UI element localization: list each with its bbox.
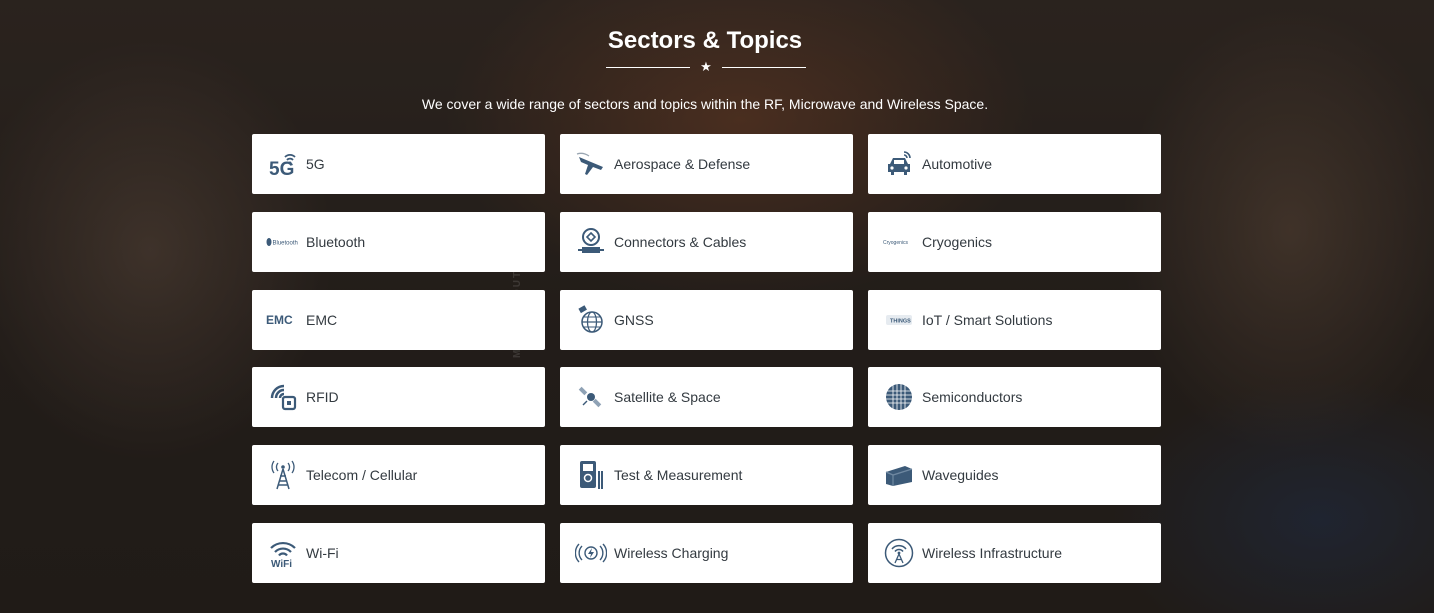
- sector-label: Connectors & Cables: [614, 233, 747, 250]
- sector-label: GNSS: [614, 311, 654, 328]
- sector-card-satellite-space[interactable]: Satellite & Space: [560, 367, 853, 428]
- sector-label: RFID: [306, 389, 339, 406]
- connector-icon: [574, 225, 608, 259]
- svg-text:THINGS: THINGS: [890, 318, 911, 324]
- satellite-icon: [574, 380, 608, 414]
- sector-card-5g[interactable]: 5G 5G: [252, 134, 545, 194]
- sector-label: Cryogenics: [922, 233, 993, 250]
- sector-card-iot[interactable]: THINGS IoT / Smart Solutions: [868, 289, 1161, 350]
- sector-card-connectors-cables[interactable]: Connectors & Cables: [560, 211, 853, 272]
- sector-card-gnss[interactable]: GNSS: [560, 289, 853, 350]
- rfid-icon: [266, 380, 300, 414]
- sector-label: Telecom / Cellular: [306, 467, 418, 484]
- svg-text:WiFi: WiFi: [271, 559, 292, 568]
- sector-card-bluetooth[interactable]: Bluetooth Bluetooth: [252, 211, 545, 272]
- sector-card-waveguides[interactable]: Waveguides: [868, 445, 1161, 506]
- sector-card-wireless-charging[interactable]: Wireless Charging: [560, 522, 853, 583]
- 5g-icon: 5G: [266, 147, 300, 181]
- sector-label: Bluetooth: [306, 233, 366, 250]
- sectors-section: MISSION OUTLINE Sectors & Topics ★ We co…: [0, 0, 1434, 613]
- sector-label: Wireless Infrastructure: [922, 544, 1063, 561]
- waveguide-icon: [882, 458, 916, 492]
- sector-label: Test & Measurement: [614, 467, 743, 484]
- sector-card-wifi[interactable]: WiFi Wi-Fi: [252, 522, 545, 583]
- sector-grid: 5G 5G Aerospace & Defense Automotive Blu…: [252, 134, 1161, 583]
- sector-card-cryogenics[interactable]: Cryogenics Cryogenics: [868, 211, 1161, 272]
- bluetooth-logo-icon: Bluetooth: [266, 225, 300, 259]
- sector-card-aerospace-defense[interactable]: Aerospace & Defense: [560, 134, 853, 194]
- star-icon: ★: [700, 59, 712, 74]
- title-divider: ★: [606, 59, 806, 75]
- multimeter-icon: [574, 458, 608, 492]
- globe-satellite-icon: [574, 303, 608, 337]
- cell-tower-icon: [266, 458, 300, 492]
- svg-text:EMC: EMC: [266, 313, 293, 327]
- car-icon: [882, 147, 916, 181]
- sector-label: 5G: [306, 156, 325, 172]
- chip-wafer-icon: [882, 380, 916, 414]
- sector-label: Wi-Fi: [306, 544, 339, 561]
- sector-card-automotive[interactable]: Automotive: [868, 134, 1161, 194]
- sector-label: Wireless Charging: [614, 544, 729, 561]
- cryogenics-logo-icon: Cryogenics: [882, 225, 916, 259]
- wireless-charging-icon: [574, 536, 608, 570]
- sector-label: Waveguides: [922, 467, 999, 484]
- section-title: Sectors & Topics: [607, 27, 803, 54]
- sector-label: Semiconductors: [922, 389, 1023, 406]
- section-subtitle: We cover a wide range of sectors and top…: [421, 96, 989, 112]
- sector-card-test-measurement[interactable]: Test & Measurement: [560, 445, 853, 506]
- sector-label: Aerospace & Defense: [614, 156, 751, 172]
- antenna-tower-icon: [882, 536, 916, 570]
- emc-logo-icon: EMC: [266, 303, 300, 337]
- sector-card-rfid[interactable]: RFID: [252, 367, 545, 428]
- svg-text:Bluetooth: Bluetooth: [273, 240, 298, 246]
- sector-label: Satellite & Space: [614, 389, 721, 406]
- aircraft-icon: [574, 147, 608, 181]
- sector-card-semiconductors[interactable]: Semiconductors: [868, 367, 1161, 428]
- things-logo-icon: THINGS: [882, 303, 916, 337]
- wifi-icon: WiFi: [266, 536, 300, 570]
- sector-label: EMC: [306, 311, 338, 328]
- svg-text:Cryogenics: Cryogenics: [883, 240, 909, 246]
- sector-card-emc[interactable]: EMC EMC: [252, 289, 545, 350]
- sector-card-wireless-infrastructure[interactable]: Wireless Infrastructure: [868, 522, 1161, 583]
- sector-label: Automotive: [922, 156, 993, 172]
- sector-label: IoT / Smart Solutions: [922, 311, 1053, 328]
- sector-card-telecom-cellular[interactable]: Telecom / Cellular: [252, 445, 545, 506]
